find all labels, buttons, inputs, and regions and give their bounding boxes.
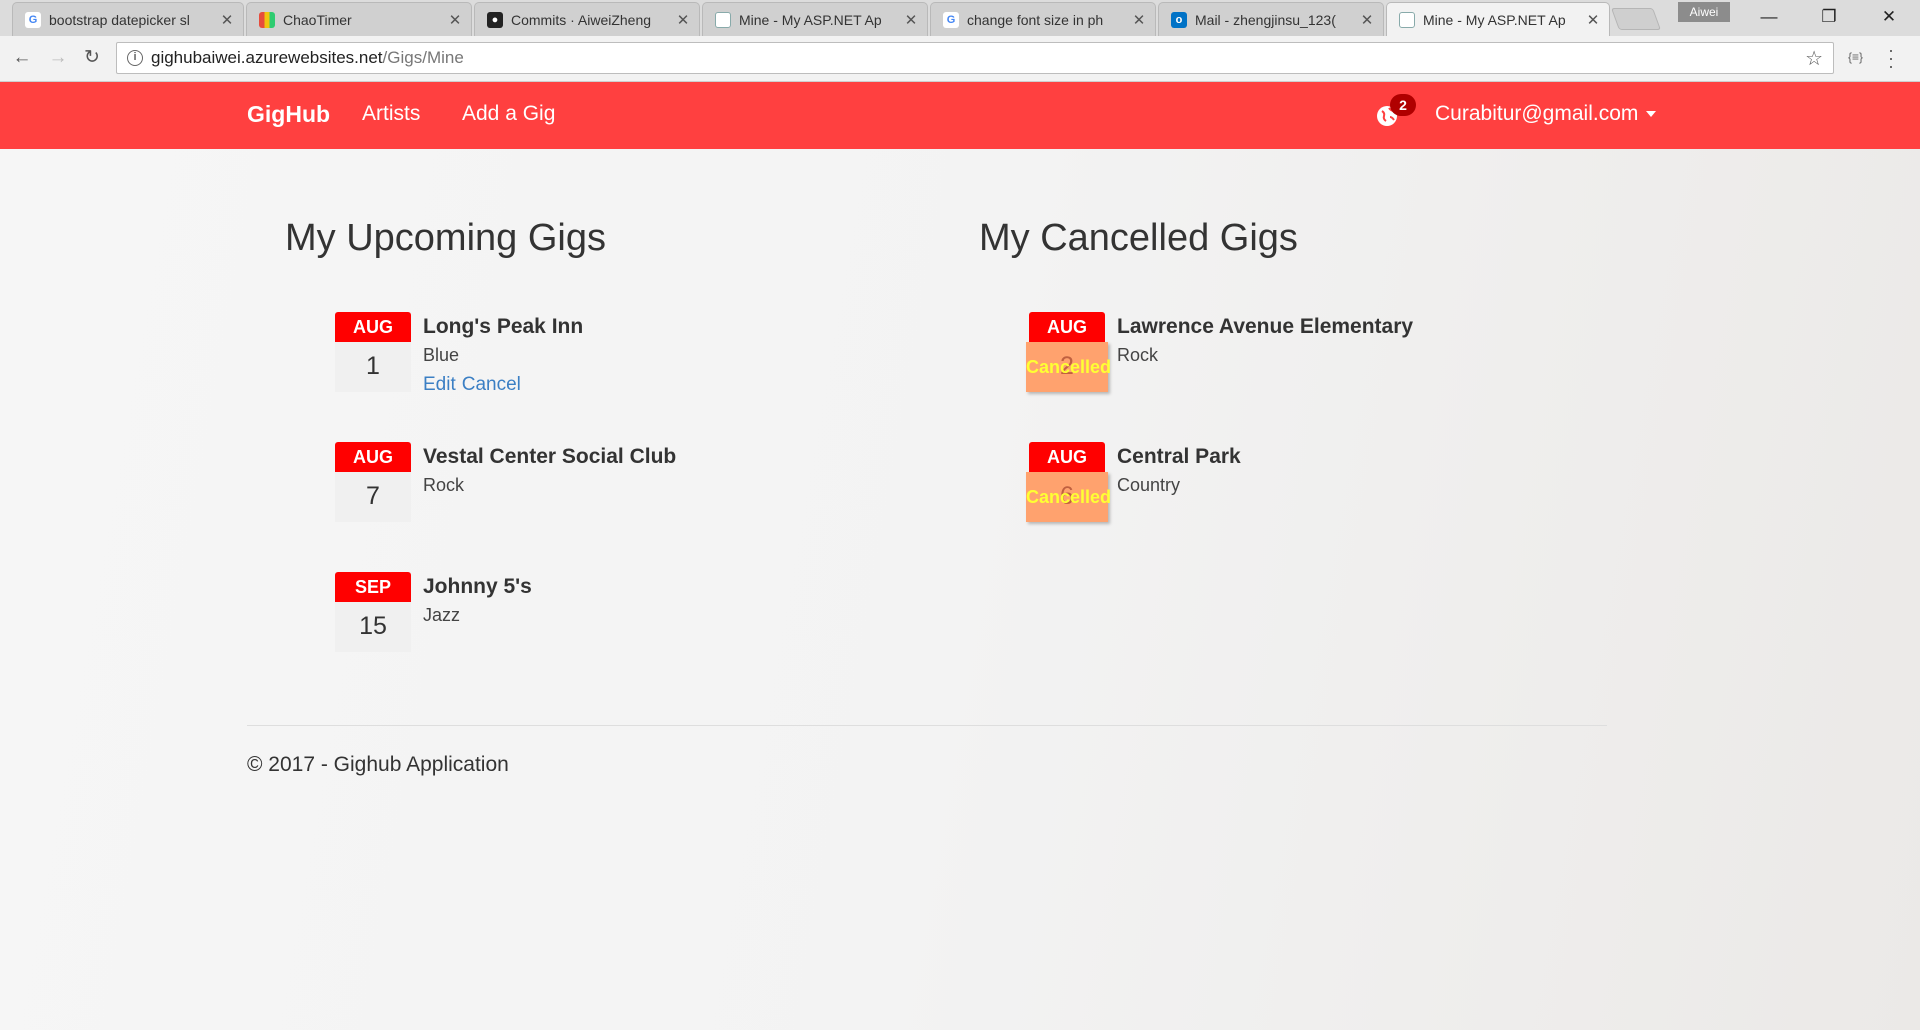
github-icon: ●: [487, 11, 503, 28]
cancelled-label: Cancelled: [1026, 487, 1112, 507]
main-content: My Upcoming Gigs My Cancelled Gigs AUG 1…: [0, 149, 1920, 1030]
browser-tab[interactable]: ● Commits · AiweiZheng ✕: [474, 2, 700, 36]
extension-icon[interactable]: {≡}: [1848, 50, 1863, 64]
browser-tab[interactable]: G bootstrap datepicker sl ✕: [12, 2, 244, 36]
gig-venue: Lawrence Avenue Elementary: [1117, 315, 1414, 338]
brand-link[interactable]: GigHub: [247, 101, 330, 128]
browser-tab-bar: G bootstrap datepicker sl ✕ ChaoTimer ✕ …: [0, 0, 1920, 36]
browser-tab[interactable]: o Mail - zhengjinsu_123( ✕: [1158, 2, 1384, 36]
url-path: /Gigs/Mine: [382, 48, 464, 67]
gig-venue: Vestal Center Social Club: [423, 445, 677, 468]
gig-actions: Edit Cancel: [423, 374, 527, 396]
calendar-badge: AUG 1: [335, 312, 411, 392]
chaotimer-icon: [259, 11, 275, 28]
gig-venue: Johnny 5's: [423, 575, 532, 598]
gig-month: AUG: [335, 312, 411, 342]
gig-month: AUG: [1029, 442, 1105, 472]
browser-tab[interactable]: G change font size in ph ✕: [930, 2, 1156, 36]
cancel-link[interactable]: Cancel: [462, 374, 521, 395]
google-icon: G: [25, 11, 41, 28]
minimize-icon[interactable]: —: [1740, 0, 1798, 34]
cancelled-heading: My Cancelled Gigs: [979, 217, 1298, 259]
document-icon: [1399, 11, 1415, 28]
new-tab-button[interactable]: [1610, 8, 1662, 30]
user-dropdown[interactable]: Curabitur@gmail.com: [1435, 102, 1657, 126]
calendar-badge: AUG 2 Cancelled: [1026, 312, 1112, 392]
close-icon[interactable]: ✕: [1359, 11, 1375, 29]
gig-day: 7: [366, 482, 380, 510]
gig-genre: Rock: [423, 475, 465, 495]
notification-badge[interactable]: 2: [1390, 94, 1416, 116]
user-email: Curabitur@gmail.com: [1435, 102, 1639, 125]
bookmark-star-icon[interactable]: ☆: [1805, 46, 1823, 71]
caret-down-icon: [1646, 111, 1657, 118]
gig-day: 1: [366, 352, 380, 380]
back-icon[interactable]: ←: [8, 44, 36, 72]
footer-text: © 2017 - Gighub Application: [247, 753, 509, 776]
tab-title: bootstrap datepicker sl: [49, 11, 190, 28]
gig-month: AUG: [1029, 312, 1105, 342]
nav-artists-link[interactable]: Artists: [362, 102, 420, 126]
close-icon[interactable]: ✕: [903, 11, 919, 29]
info-icon[interactable]: i: [127, 50, 143, 66]
gig-genre: Jazz: [423, 605, 461, 625]
calendar-badge: AUG 6 Cancelled: [1026, 442, 1112, 522]
upcoming-heading: My Upcoming Gigs: [285, 217, 606, 259]
document-icon: [715, 11, 731, 28]
gig-genre: Country: [1117, 475, 1181, 495]
cancelled-label: Cancelled: [1026, 357, 1112, 377]
gig-genre: Blue: [423, 345, 460, 365]
address-bar[interactable]: i gighubaiwei.azurewebsites.net/Gigs/Min…: [116, 42, 1834, 74]
footer-divider: [247, 725, 1607, 726]
profile-button[interactable]: Aiwei: [1678, 2, 1730, 22]
browser-tab[interactable]: Mine - My ASP.NET Ap ✕: [702, 2, 928, 36]
site-navbar: GigHub Artists Add a Gig 2 Curabitur@gma…: [0, 82, 1920, 149]
menu-icon[interactable]: · · ·: [1888, 41, 1894, 75]
gig-genre: Rock: [1117, 345, 1159, 365]
browser-tab[interactable]: ChaoTimer ✕: [246, 2, 472, 36]
outlook-icon: o: [1171, 11, 1187, 28]
close-icon[interactable]: ✕: [1585, 11, 1601, 29]
close-window-icon[interactable]: ✕: [1860, 0, 1918, 34]
restore-icon[interactable]: ❐: [1800, 0, 1858, 34]
edit-link[interactable]: Edit: [423, 374, 456, 395]
forward-icon[interactable]: →: [44, 44, 72, 72]
tab-title: change font size in ph: [967, 11, 1104, 28]
tab-title: Commits · AiweiZheng: [511, 11, 652, 28]
gig-day: 15: [359, 612, 387, 640]
close-icon[interactable]: ✕: [219, 11, 235, 29]
gig-venue: Long's Peak Inn: [423, 315, 584, 338]
calendar-badge: SEP 15: [335, 572, 411, 652]
gig-venue: Central Park: [1117, 445, 1241, 468]
close-icon[interactable]: ✕: [675, 11, 691, 29]
google-icon: G: [943, 11, 959, 28]
tab-title: ChaoTimer: [283, 11, 352, 28]
gig-month: SEP: [335, 572, 411, 602]
tab-title: Mine - My ASP.NET Ap: [1423, 11, 1566, 28]
url-host: gighubaiwei.azurewebsites.net: [151, 48, 383, 67]
browser-toolbar: ← → ↻ i gighubaiwei.azurewebsites.net/Gi…: [0, 36, 1920, 82]
close-icon[interactable]: ✕: [1131, 11, 1147, 29]
reload-icon[interactable]: ↻: [78, 44, 106, 72]
browser-tab-active[interactable]: Mine - My ASP.NET Ap ✕: [1386, 2, 1610, 36]
close-icon[interactable]: ✕: [447, 11, 463, 29]
nav-add-gig-link[interactable]: Add a Gig: [462, 102, 555, 126]
tab-title: Mail - zhengjinsu_123(: [1195, 11, 1336, 28]
calendar-badge: AUG 7: [335, 442, 411, 522]
tab-title: Mine - My ASP.NET Ap: [739, 11, 882, 28]
gig-month: AUG: [335, 442, 411, 472]
